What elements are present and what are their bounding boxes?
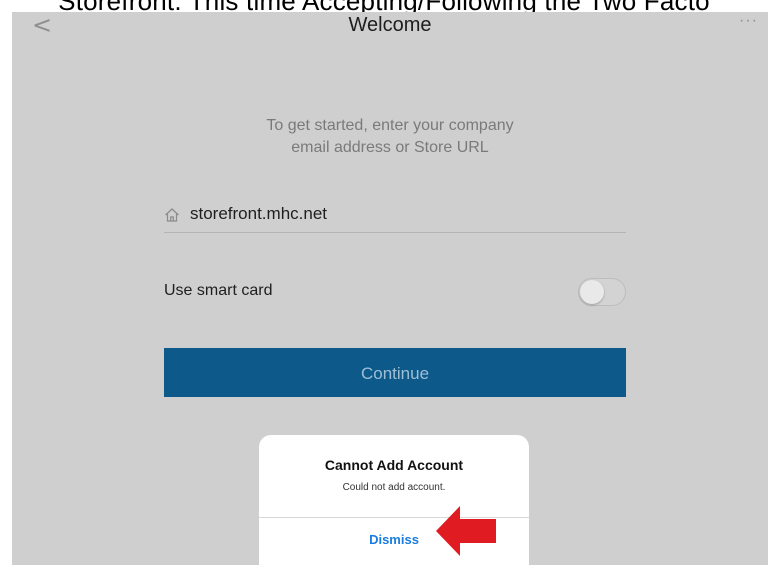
home-icon xyxy=(165,208,179,222)
toggle-knob xyxy=(580,280,604,304)
store-url-value: storefront.mhc.net xyxy=(190,204,328,223)
page-title: Welcome xyxy=(348,14,432,36)
alert-title: Cannot Add Account xyxy=(324,457,464,473)
intro-line-2: email address or Store URL xyxy=(291,139,489,156)
red-arrow-icon xyxy=(436,506,496,556)
continue-button[interactable]: Continue xyxy=(164,348,626,397)
more-options-button[interactable]: ··· xyxy=(739,12,758,30)
intro-line-1: To get started, enter your company xyxy=(266,117,514,134)
store-url-field[interactable]: storefront.mhc.net xyxy=(164,202,626,233)
intro-text: To get started, enter your company email… xyxy=(12,115,768,159)
smart-card-label: Use smart card xyxy=(164,282,273,299)
alert-message: Could not add account. xyxy=(342,482,446,493)
smart-card-toggle[interactable] xyxy=(578,278,626,306)
app-screen: < Welcome ··· To get started, enter your… xyxy=(12,12,768,565)
smart-card-row: Use smart card xyxy=(164,276,626,308)
